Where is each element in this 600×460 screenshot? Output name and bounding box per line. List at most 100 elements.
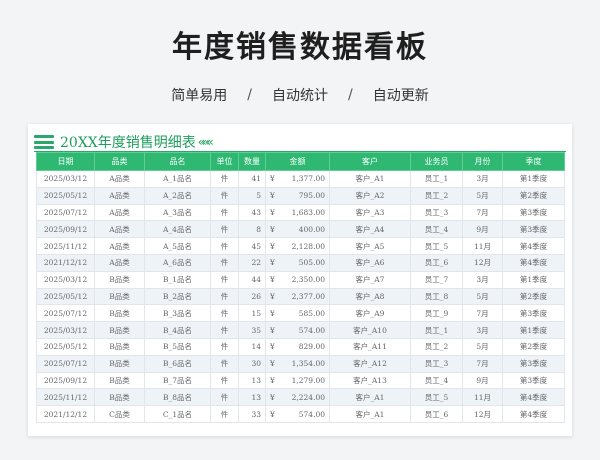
- table-cell[interactable]: 员工_2: [410, 186, 463, 205]
- table-cell[interactable]: 12月: [462, 253, 503, 272]
- table-cell[interactable]: B_6品名: [144, 354, 211, 373]
- column-header[interactable]: 品名: [144, 152, 211, 171]
- table-cell[interactable]: 件: [210, 304, 239, 323]
- amount-cell[interactable]: ¥400.00: [265, 220, 330, 239]
- column-header[interactable]: 日期: [36, 152, 95, 171]
- table-cell[interactable]: 第3季度: [502, 354, 565, 373]
- table-cell[interactable]: B品类: [94, 371, 145, 390]
- table-cell[interactable]: 2025/05/12: [36, 186, 95, 205]
- table-cell[interactable]: 件: [210, 287, 239, 306]
- column-header[interactable]: 单位: [210, 152, 239, 171]
- table-cell[interactable]: 客户_A4: [329, 220, 411, 239]
- table-cell[interactable]: 41: [238, 170, 266, 188]
- table-cell[interactable]: A_5品名: [144, 237, 211, 255]
- table-cell[interactable]: 第2季度: [502, 337, 565, 356]
- table-cell[interactable]: 客户_A6: [329, 253, 411, 272]
- table-cell[interactable]: A品类: [94, 253, 145, 272]
- table-cell[interactable]: 员工_5: [410, 388, 463, 407]
- table-cell[interactable]: 9月: [462, 371, 503, 390]
- table-cell[interactable]: B品类: [94, 304, 145, 323]
- table-cell[interactable]: 2025/11/12: [36, 237, 95, 255]
- amount-cell[interactable]: ¥2,128.00: [265, 237, 330, 255]
- table-cell[interactable]: 2025/07/12: [36, 354, 95, 373]
- table-cell[interactable]: 43: [238, 203, 266, 222]
- table-cell[interactable]: 件: [210, 220, 239, 239]
- table-cell[interactable]: 2025/07/12: [36, 203, 95, 222]
- table-cell[interactable]: B_5品名: [144, 337, 211, 356]
- table-cell[interactable]: 客户_A11: [329, 337, 411, 356]
- table-cell[interactable]: 第1季度: [502, 270, 565, 289]
- table-cell[interactable]: 客户_A13: [329, 371, 411, 390]
- table-cell[interactable]: 件: [210, 270, 239, 289]
- table-cell[interactable]: A_1品名: [144, 170, 211, 188]
- table-cell[interactable]: B_2品名: [144, 287, 211, 306]
- column-header[interactable]: 金额: [265, 152, 330, 171]
- table-cell[interactable]: 第3季度: [502, 304, 565, 323]
- table-cell[interactable]: 员工_6: [410, 405, 463, 423]
- table-cell[interactable]: A_4品名: [144, 220, 211, 239]
- table-cell[interactable]: 第4季度: [502, 237, 565, 255]
- table-cell[interactable]: 5月: [462, 287, 503, 306]
- table-cell[interactable]: 14: [238, 337, 266, 356]
- table-cell[interactable]: 员工_3: [410, 203, 463, 222]
- table-cell[interactable]: 11月: [462, 237, 503, 255]
- table-cell[interactable]: 2025/05/12: [36, 337, 95, 356]
- table-cell[interactable]: B_8品名: [144, 388, 211, 407]
- table-cell[interactable]: 第1季度: [502, 170, 565, 188]
- table-cell[interactable]: 员工_1: [410, 170, 463, 188]
- amount-cell[interactable]: ¥2,224.00: [265, 388, 330, 407]
- table-cell[interactable]: 员工_3: [410, 354, 463, 373]
- table-cell[interactable]: 2021/12/12: [36, 253, 95, 272]
- table-cell[interactable]: 2025/03/12: [36, 321, 95, 339]
- table-cell[interactable]: B品类: [94, 337, 145, 356]
- table-cell[interactable]: B品类: [94, 321, 145, 339]
- table-cell[interactable]: 第1季度: [502, 321, 565, 339]
- table-cell[interactable]: 45: [238, 237, 266, 255]
- table-cell[interactable]: 第2季度: [502, 287, 565, 306]
- table-cell[interactable]: 件: [210, 203, 239, 222]
- table-cell[interactable]: 客户_A1: [329, 170, 411, 188]
- table-cell[interactable]: 5月: [462, 337, 503, 356]
- amount-cell[interactable]: ¥1,377.00: [265, 170, 330, 188]
- table-cell[interactable]: 26: [238, 287, 266, 306]
- table-cell[interactable]: 5月: [462, 186, 503, 205]
- table-cell[interactable]: 员工_9: [410, 304, 463, 323]
- table-cell[interactable]: A品类: [94, 237, 145, 255]
- amount-cell[interactable]: ¥574.00: [265, 321, 330, 339]
- table-cell[interactable]: 35: [238, 321, 266, 339]
- table-cell[interactable]: 第3季度: [502, 220, 565, 239]
- table-cell[interactable]: 11月: [462, 388, 503, 407]
- table-cell[interactable]: 件: [210, 354, 239, 373]
- amount-cell[interactable]: ¥2,377.00: [265, 287, 330, 306]
- table-cell[interactable]: B品类: [94, 270, 145, 289]
- table-cell[interactable]: 8: [238, 220, 266, 239]
- table-cell[interactable]: 12月: [462, 405, 503, 423]
- table-cell[interactable]: B品类: [94, 388, 145, 407]
- table-cell[interactable]: 2025/09/12: [36, 371, 95, 390]
- table-cell[interactable]: 件: [210, 253, 239, 272]
- column-header[interactable]: 季度: [502, 152, 565, 171]
- table-cell[interactable]: 2025/03/12: [36, 170, 95, 188]
- table-cell[interactable]: A品类: [94, 220, 145, 239]
- table-cell[interactable]: 客户_A2: [329, 186, 411, 205]
- table-cell[interactable]: B品类: [94, 287, 145, 306]
- amount-cell[interactable]: ¥1,354.00: [265, 354, 330, 373]
- table-cell[interactable]: 3月: [462, 321, 503, 339]
- table-cell[interactable]: 件: [210, 371, 239, 390]
- table-cell[interactable]: 客户_A3: [329, 203, 411, 222]
- table-cell[interactable]: 员工_4: [410, 220, 463, 239]
- table-cell[interactable]: 第4季度: [502, 253, 565, 272]
- table-cell[interactable]: 7月: [462, 203, 503, 222]
- column-header[interactable]: 月份: [462, 152, 503, 171]
- table-cell[interactable]: B_4品名: [144, 321, 211, 339]
- table-cell[interactable]: 件: [210, 321, 239, 339]
- amount-cell[interactable]: ¥2,350.00: [265, 270, 330, 289]
- amount-cell[interactable]: ¥574.00: [265, 405, 330, 423]
- table-cell[interactable]: 44: [238, 270, 266, 289]
- table-cell[interactable]: 第3季度: [502, 371, 565, 390]
- table-cell[interactable]: A品类: [94, 170, 145, 188]
- table-cell[interactable]: B_1品名: [144, 270, 211, 289]
- table-cell[interactable]: 员工_8: [410, 287, 463, 306]
- table-cell[interactable]: 员工_6: [410, 253, 463, 272]
- table-cell[interactable]: 件: [210, 337, 239, 356]
